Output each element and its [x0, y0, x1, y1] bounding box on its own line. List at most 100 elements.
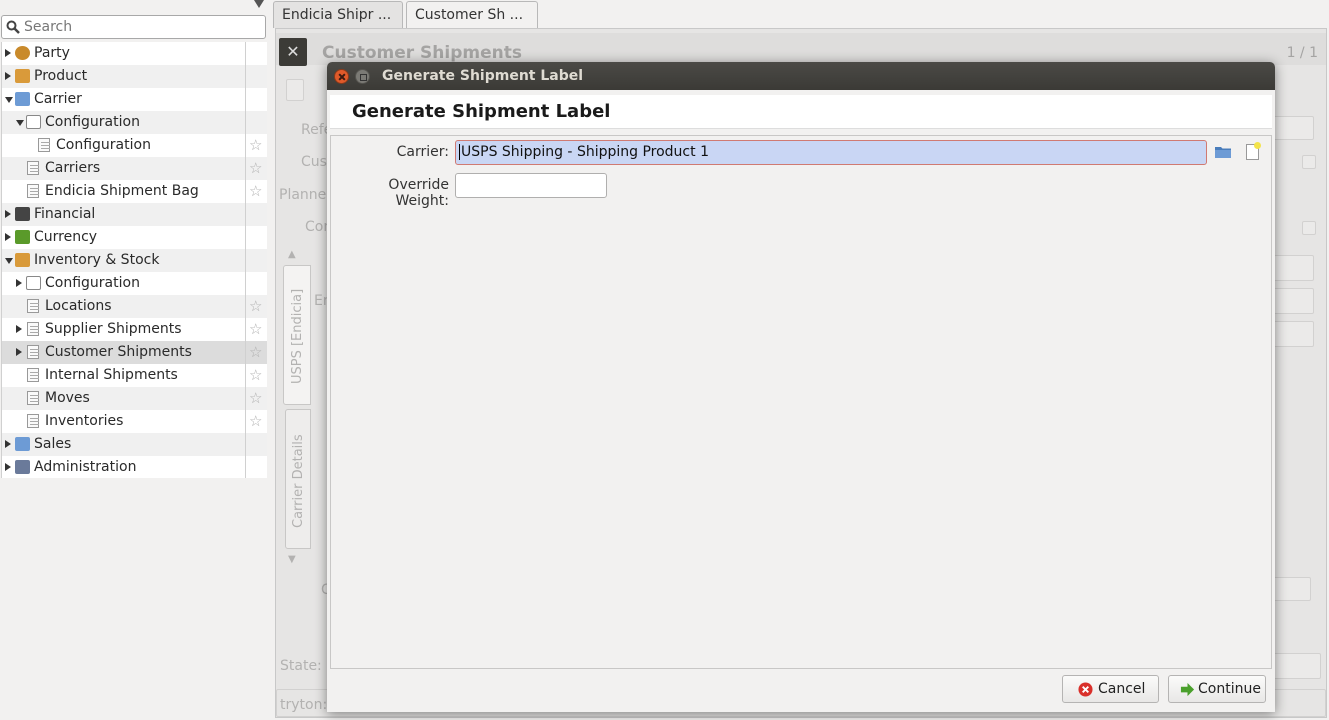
- override-weight-label: Override Weight:: [388, 177, 449, 209]
- collapsed-arrow-icon[interactable]: [5, 233, 11, 241]
- select-field[interactable]: [1271, 321, 1314, 347]
- expanded-arrow-icon[interactable]: [5, 258, 13, 264]
- new-record-icon[interactable]: [1246, 142, 1261, 160]
- search-record-folder-icon[interactable]: [1215, 145, 1231, 158]
- document-icon: [27, 299, 39, 313]
- search-input[interactable]: [24, 17, 262, 37]
- collapsed-arrow-icon[interactable]: [5, 72, 11, 80]
- tab-carrier-details[interactable]: Carrier Details: [285, 409, 311, 549]
- tree-item-label: Configuration: [56, 137, 151, 153]
- collapsed-arrow-icon[interactable]: [5, 440, 11, 448]
- menu-tree: Party Product Carrier Configuration Configur…: [1, 42, 267, 478]
- folder-icon: [15, 92, 30, 106]
- tree-item-currency[interactable]: Currency: [2, 226, 267, 249]
- reference-field[interactable]: [1271, 116, 1314, 140]
- tree-item-locations[interactable]: Locations ☆: [2, 295, 267, 318]
- checkbox[interactable]: [1302, 221, 1316, 235]
- favorite-star-icon[interactable]: ☆: [249, 295, 262, 318]
- configuration-icon: [26, 115, 41, 129]
- checkbox[interactable]: [1302, 155, 1316, 169]
- product-icon: [15, 69, 30, 83]
- tree-item-label: Configuration: [45, 114, 140, 130]
- expanded-arrow-icon[interactable]: [5, 97, 13, 103]
- tree-item-sales[interactable]: Sales: [2, 433, 267, 456]
- collapsed-arrow-icon[interactable]: [5, 49, 11, 57]
- document-icon: [27, 322, 39, 336]
- collapsed-arrow-icon[interactable]: [5, 463, 11, 471]
- favorite-star-icon[interactable]: ☆: [249, 157, 262, 180]
- tree-item-supplier-shipments[interactable]: Supplier Shipments ☆: [2, 318, 267, 341]
- collapsed-arrow-icon[interactable]: [16, 348, 22, 356]
- wrench-icon[interactable]: ✕: [279, 38, 307, 66]
- tree-item-carrier[interactable]: Carrier: [2, 88, 267, 111]
- tree-item-label: Configuration: [45, 275, 140, 291]
- document-icon: [27, 414, 39, 428]
- tree-item-financial[interactable]: Financial: [2, 203, 267, 226]
- tree-item-configuration[interactable]: Configuration ☆: [2, 134, 267, 157]
- search-box[interactable]: [1, 15, 266, 39]
- continue-button-label: Continue: [1198, 681, 1261, 697]
- sidebar-menu-arrow-icon[interactable]: [254, 0, 264, 8]
- favorite-star-icon[interactable]: ☆: [249, 318, 262, 341]
- tools-icon: [15, 460, 30, 474]
- favorite-star-icon[interactable]: ☆: [249, 134, 262, 157]
- tree-item-configuration[interactable]: Configuration: [2, 272, 267, 295]
- folder-icon: [15, 437, 30, 451]
- scroll-up-icon[interactable]: ▲: [288, 249, 296, 260]
- tree-item-internal-shipments[interactable]: Internal Shipments ☆: [2, 364, 267, 387]
- state-field[interactable]: [1271, 653, 1321, 679]
- tree-item-label: Product: [34, 68, 88, 84]
- favorite-star-icon[interactable]: ☆: [249, 387, 262, 410]
- tab-customer-shipments[interactable]: Customer Sh ...: [406, 1, 538, 45]
- carrier-field[interactable]: USPS Shipping - Shipping Product 1: [455, 140, 1207, 165]
- document-icon: [27, 368, 39, 382]
- dialog-body: Carrier: USPS Shipping - Shipping Produc…: [330, 135, 1272, 669]
- expanded-arrow-icon[interactable]: [16, 120, 24, 126]
- tab-endicia-shipments[interactable]: Endicia Shipr ...: [273, 1, 403, 45]
- select-field[interactable]: [1271, 255, 1314, 281]
- favorite-star-icon[interactable]: ☆: [249, 341, 262, 364]
- tree-item-moves[interactable]: Moves ☆: [2, 387, 267, 410]
- tree-item-customer-shipments[interactable]: Customer Shipments ☆: [2, 341, 267, 364]
- tree-item-product[interactable]: Product: [2, 65, 267, 88]
- tab-bar: Endicia Shipr ... Customer Sh ...: [273, 0, 1329, 45]
- tab-label: Customer Sh ...: [415, 7, 524, 23]
- document-icon: [27, 345, 39, 359]
- sidebar: PartyProductCarrierConfigurationConfigur…: [0, 0, 270, 720]
- tree-item-administration[interactable]: Administration: [2, 456, 267, 479]
- tree-item-inventories[interactable]: Inventories ☆: [2, 410, 267, 433]
- collapsed-arrow-icon[interactable]: [16, 279, 22, 287]
- override-weight-field[interactable]: [455, 173, 607, 198]
- page-title: Customer Shipments: [322, 43, 522, 63]
- continue-button[interactable]: Continue: [1168, 675, 1266, 703]
- favorite-star-icon[interactable]: ☆: [249, 364, 262, 387]
- favorite-star-icon[interactable]: ☆: [249, 410, 262, 433]
- tree-item-label: Endicia Shipment Bag: [45, 183, 199, 199]
- tree-column-divider: [245, 42, 246, 478]
- toolbar-button[interactable]: [286, 79, 304, 101]
- collapsed-arrow-icon[interactable]: [16, 325, 22, 333]
- tree-item-label: Party: [34, 45, 70, 61]
- tree-item-label: Inventory & Stock: [34, 252, 160, 268]
- close-window-icon[interactable]: [334, 69, 349, 84]
- dialog-titlebar[interactable]: Generate Shipment Label: [327, 62, 1275, 90]
- cancel-button-label: Cancel: [1098, 681, 1146, 697]
- text-field[interactable]: [1271, 577, 1311, 601]
- tree-item-label: Administration: [34, 459, 137, 475]
- select-field[interactable]: [1271, 288, 1314, 314]
- tab-usps-endicia[interactable]: USPS [Endicia]: [283, 265, 311, 405]
- tree-item-party[interactable]: Party: [2, 42, 267, 65]
- maximize-window-icon[interactable]: [355, 69, 370, 84]
- tree-item-label: Currency: [34, 229, 98, 245]
- tree-item-inventory-stock[interactable]: Inventory & Stock: [2, 249, 267, 272]
- collapsed-arrow-icon[interactable]: [5, 210, 11, 218]
- tree-item-label: Internal Shipments: [45, 367, 178, 383]
- tree-item-configuration[interactable]: Configuration: [2, 111, 267, 134]
- favorite-star-icon[interactable]: ☆: [249, 180, 262, 203]
- scroll-down-icon[interactable]: ▼: [288, 554, 296, 565]
- cancel-button[interactable]: Cancel: [1062, 675, 1159, 703]
- tree-item-endicia-shipment-bag[interactable]: Endicia Shipment Bag ☆: [2, 180, 267, 203]
- search-icon: [6, 20, 20, 34]
- tree-item-carriers[interactable]: Carriers ☆: [2, 157, 267, 180]
- tree-item-label: Moves: [45, 390, 90, 406]
